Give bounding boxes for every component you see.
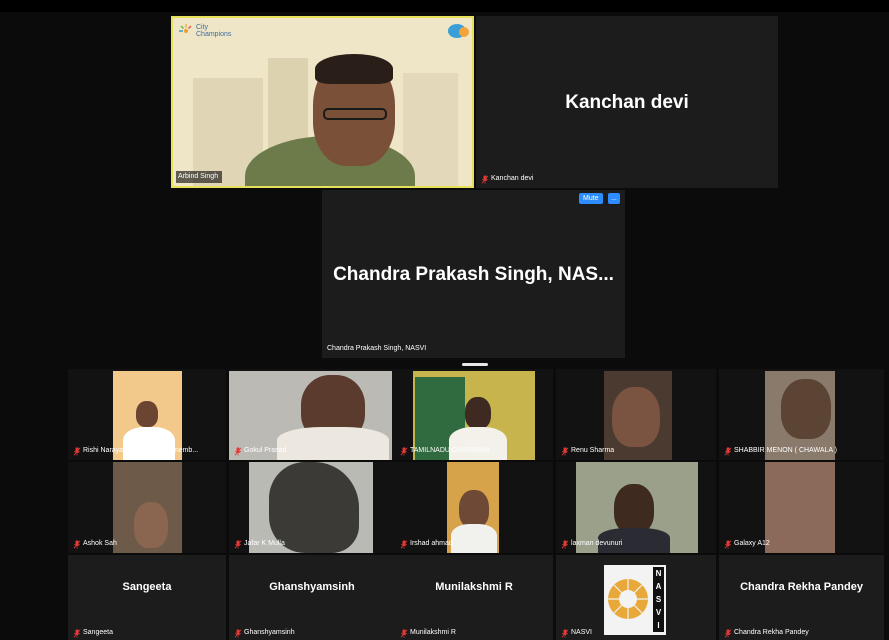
partner-logo-badge-icon bbox=[459, 27, 469, 37]
nasvi-logo: N A S V I bbox=[604, 565, 666, 635]
participant-head bbox=[136, 401, 158, 427]
participant-head bbox=[134, 502, 168, 548]
participant-glasses bbox=[323, 108, 387, 120]
participant-head bbox=[459, 490, 489, 528]
mic-muted-icon bbox=[481, 175, 489, 184]
participant-name-label: Rishi Narayan varanasi E.C. memb... bbox=[71, 445, 202, 457]
video-tile-grid-row1-4[interactable]: Renu Sharma bbox=[556, 369, 716, 460]
participant-shirt bbox=[451, 524, 497, 553]
video-tile-grid-row2-2[interactable]: Jafar K Mulla bbox=[229, 462, 395, 553]
mic-muted-icon bbox=[400, 447, 408, 456]
participant-display-name: Chandra Rekha Pandey bbox=[740, 581, 863, 593]
city-champions-logo: City Champions bbox=[179, 24, 231, 38]
video-tile-grid-row3-4[interactable]: N A S V I NASVI bbox=[556, 555, 716, 640]
participant-name-label: SHABBIR MENON ( CHAWALA ) bbox=[722, 445, 841, 457]
participant-head bbox=[614, 484, 654, 534]
logo-burst-icon bbox=[179, 24, 192, 33]
participant-hair bbox=[315, 54, 393, 84]
mute-button[interactable]: Mute bbox=[579, 193, 603, 204]
participant-name-label: Gokul Prasad bbox=[232, 445, 290, 457]
participant-head bbox=[781, 379, 831, 439]
participant-head bbox=[465, 397, 491, 429]
top-bar bbox=[0, 0, 889, 12]
video-tile-grid-row3-5[interactable]: Chandra Rekha Pandey Chandra Rekha Pande… bbox=[719, 555, 884, 640]
video-tile-grid-row2-1[interactable]: Ashok Sah bbox=[68, 462, 226, 553]
participant-name-label: Galaxy A12 bbox=[722, 538, 774, 550]
mic-muted-icon bbox=[73, 629, 81, 638]
video-tile-grid-row3-3[interactable]: Munilakshmi R Munilakshmi R bbox=[395, 555, 553, 640]
participant-display-name: Sangeeta bbox=[122, 581, 172, 593]
mic-muted-icon bbox=[234, 540, 242, 549]
logo-text-line1: City bbox=[196, 24, 209, 31]
video-tile-grid-row2-4[interactable]: laxman devunuri bbox=[556, 462, 716, 553]
video-tile-grid-row1-3[interactable]: TAMILNADU CHAIRMAN bbox=[395, 369, 553, 460]
participant-name-label: Chandra Rekha Pandey bbox=[722, 627, 813, 639]
video-tile-grid-row2-5[interactable]: Galaxy A12 bbox=[719, 462, 884, 553]
nasvi-sun-icon bbox=[608, 579, 648, 619]
participant-name-label: Irshad ahmad bbox=[398, 538, 457, 550]
participant-name-label: Arbind Singh bbox=[176, 171, 223, 183]
video-tile-grid-row1-2[interactable]: Gokul Prasad bbox=[229, 369, 395, 460]
mic-muted-icon bbox=[234, 629, 242, 638]
more-options-button[interactable]: ... bbox=[608, 193, 620, 204]
participant-name-label: Munilakshmi R bbox=[398, 627, 460, 639]
participant-shirt bbox=[277, 427, 389, 460]
video-tile-grid-row2-3[interactable]: Irshad ahmad bbox=[395, 462, 553, 553]
mic-muted-icon bbox=[73, 447, 81, 456]
participant-display-name: Chandra Prakash Singh, NAS... bbox=[333, 264, 614, 285]
mic-muted-icon bbox=[561, 629, 569, 638]
video-tile-grid-row3-1[interactable]: Sangeeta Sangeeta bbox=[68, 555, 226, 640]
participant-name-label: Kanchan devi bbox=[479, 173, 537, 185]
participant-name-label: laxman devunuri bbox=[559, 538, 626, 550]
video-tile-kanchan-devi[interactable]: Kanchan devi Kanchan devi bbox=[476, 16, 778, 188]
participant-name-label: Renu Sharma bbox=[559, 445, 618, 457]
participant-name-label: Jafar K Mulla bbox=[232, 538, 289, 550]
nasvi-letters: N A S V I bbox=[653, 567, 664, 632]
mic-muted-icon bbox=[724, 540, 732, 549]
mic-muted-icon bbox=[724, 629, 732, 638]
participant-display-name: Ghanshyamsinh bbox=[269, 581, 355, 593]
participant-name-label: Sangeeta bbox=[71, 627, 117, 639]
mic-muted-icon bbox=[400, 540, 408, 549]
mic-muted-icon bbox=[724, 447, 732, 456]
video-tile-chandra-prakash-singh[interactable]: Chandra Prakash Singh, NAS... Chandra Pr… bbox=[322, 190, 625, 358]
participant-head bbox=[612, 387, 660, 447]
participant-name-label: Ghanshyamsinh bbox=[232, 627, 299, 639]
logo-text-line2: Champions bbox=[196, 31, 232, 38]
video-tile-grid-row1-1[interactable]: Rishi Narayan varanasi E.C. memb... bbox=[68, 369, 226, 460]
participant-display-name: Kanchan devi bbox=[565, 92, 689, 113]
resize-handle[interactable] bbox=[462, 363, 488, 366]
mic-muted-icon bbox=[400, 629, 408, 638]
mic-muted-icon bbox=[73, 540, 81, 549]
participant-video bbox=[765, 462, 835, 553]
participant-name-label: NASVI bbox=[559, 627, 596, 639]
participant-name-label: Ashok Sah bbox=[71, 538, 121, 550]
mic-muted-icon bbox=[561, 540, 569, 549]
participant-display-name: Munilakshmi R bbox=[435, 581, 513, 593]
participant-name-label: TAMILNADU CHAIRMAN bbox=[398, 445, 493, 457]
video-tile-grid-row1-5[interactable]: SHABBIR MENON ( CHAWALA ) bbox=[719, 369, 884, 460]
mic-muted-icon bbox=[234, 447, 242, 456]
mic-muted-icon bbox=[561, 447, 569, 456]
video-tile-grid-row3-2[interactable]: Ghanshyamsinh Ghanshyamsinh bbox=[229, 555, 395, 640]
participant-name-label: Chandra Prakash Singh, NASVI bbox=[327, 345, 427, 352]
video-tile-arbind-singh[interactable]: City Champions Arbind Singh bbox=[171, 16, 474, 188]
